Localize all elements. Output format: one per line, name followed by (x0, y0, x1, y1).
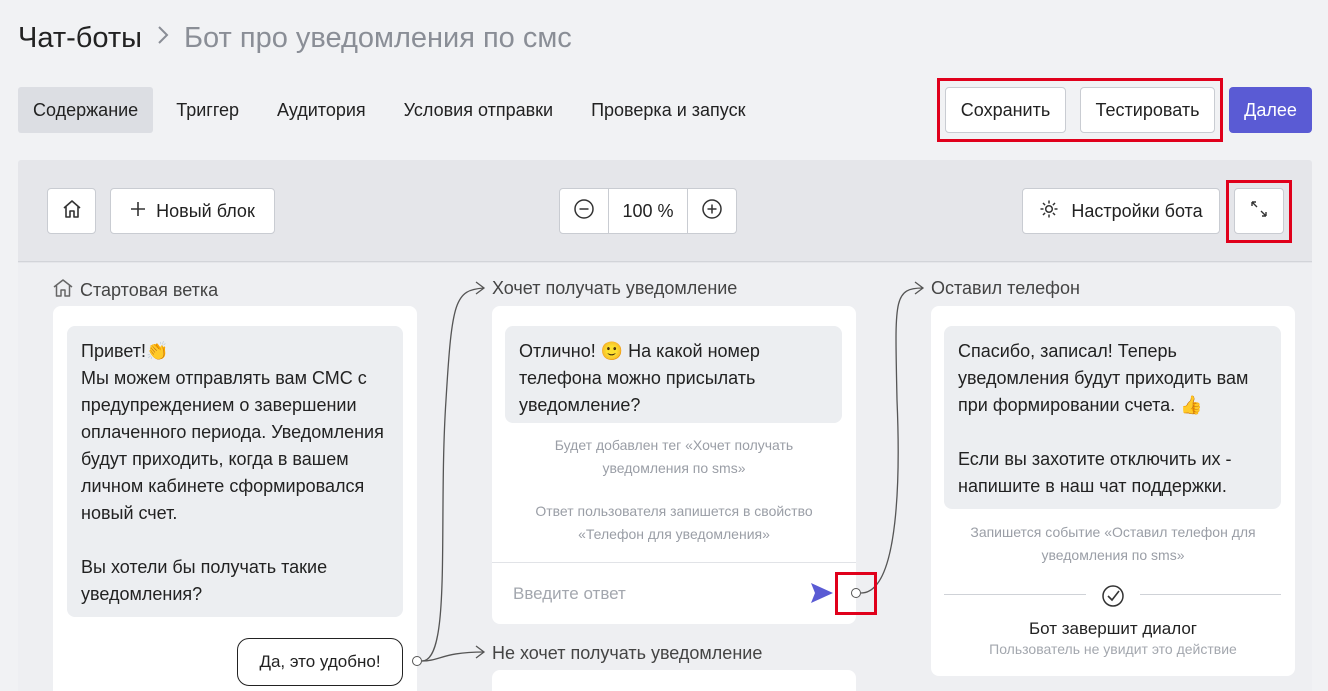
wants-message-bubble[interactable]: Отлично! 🙂 На какой номер телефона можно… (505, 326, 842, 423)
send-icon[interactable] (810, 582, 834, 609)
plus-icon (130, 201, 146, 222)
highlight-box (1226, 180, 1292, 243)
zoom-in-button[interactable] (688, 189, 736, 233)
tab-trigger[interactable]: Триггер (161, 87, 254, 133)
property-note: Ответ пользователя запишется в свойство … (535, 503, 813, 542)
chevron-right-icon (156, 24, 170, 53)
zoom-out-button[interactable] (560, 189, 608, 233)
gear-icon (1039, 199, 1059, 224)
left-phone-message-text: Спасибо, записал! Теперь уведомления буд… (958, 341, 1249, 496)
home-icon (52, 278, 74, 303)
new-block-label: Новый блок (156, 200, 255, 221)
bot-settings-button[interactable]: Настройки бота (1022, 188, 1220, 234)
tab-review-launch[interactable]: Проверка и запуск (576, 87, 760, 133)
zoom-control: 100 % (559, 188, 737, 234)
end-dialog-title: Бот завершит диалог (1028, 619, 1198, 638)
left-phone-message-bubble[interactable]: Спасибо, записал! Теперь уведомления буд… (944, 326, 1281, 509)
tab-send-conditions[interactable]: Условия отправки (389, 87, 568, 133)
branch-title-not-wants: Не хочет получать уведомление (492, 643, 763, 663)
wants-branch-card[interactable]: Отлично! 🙂 На какой номер телефона можно… (492, 306, 856, 624)
divider (944, 594, 1086, 595)
tag-note: Будет добавлен тег «Хочет получать уведо… (554, 437, 794, 476)
branch-title-left-phone: Оставил телефон (931, 278, 1080, 298)
new-block-button[interactable]: Новый блок (110, 188, 275, 234)
bot-settings-label: Настройки бота (1071, 200, 1203, 221)
branch-title-start: Стартовая ветка (52, 278, 218, 303)
home-button[interactable] (47, 188, 96, 234)
not-wants-branch-card[interactable] (492, 670, 856, 691)
step-tabs: Содержание Триггер Аудитория Условия отп… (18, 87, 768, 133)
check-circle-icon (1101, 584, 1125, 613)
start-message-bubble[interactable]: Привет!👏 Мы можем отправлять вам СМС с п… (67, 326, 403, 617)
minus-circle-icon (573, 198, 595, 225)
next-button[interactable]: Далее (1229, 87, 1312, 133)
wants-message-text: Отлично! 🙂 На какой номер телефона можно… (519, 341, 760, 415)
answer-row (492, 562, 856, 624)
tab-content[interactable]: Содержание (18, 87, 154, 133)
breadcrumb-root[interactable]: Чат-боты (18, 22, 142, 55)
branch-title-wants: Хочет получать уведомление (492, 278, 738, 298)
end-dialog-subtitle: Пользователь не увидит это действие (989, 641, 1237, 657)
breadcrumb: Чат-боты Бот про уведомления по смс (18, 22, 572, 55)
left-phone-branch-card[interactable]: Спасибо, записал! Теперь уведомления буд… (931, 306, 1295, 676)
highlight-box (937, 78, 1223, 142)
canvas-toolbar: Новый блок 100 % Настройки бота (18, 160, 1312, 262)
start-branch-card[interactable]: Привет!👏 Мы можем отправлять вам СМС с п… (53, 306, 417, 691)
breadcrumb-current: Бот про уведомления по смс (184, 22, 572, 54)
home-icon (61, 198, 83, 225)
connection-port[interactable] (412, 656, 422, 666)
divider (1140, 594, 1281, 595)
zoom-level: 100 % (608, 189, 688, 233)
reply-button-yes[interactable]: Да, это удобно! (237, 638, 403, 686)
answer-input[interactable] (513, 583, 793, 604)
tab-audience[interactable]: Аудитория (262, 87, 381, 133)
start-message-text: Привет!👏 Мы можем отправлять вам СМС с п… (81, 341, 384, 604)
plus-circle-icon (701, 198, 723, 225)
highlight-box (835, 572, 877, 615)
event-note: Запишется событие «Оставил телефон для у… (970, 524, 1256, 563)
